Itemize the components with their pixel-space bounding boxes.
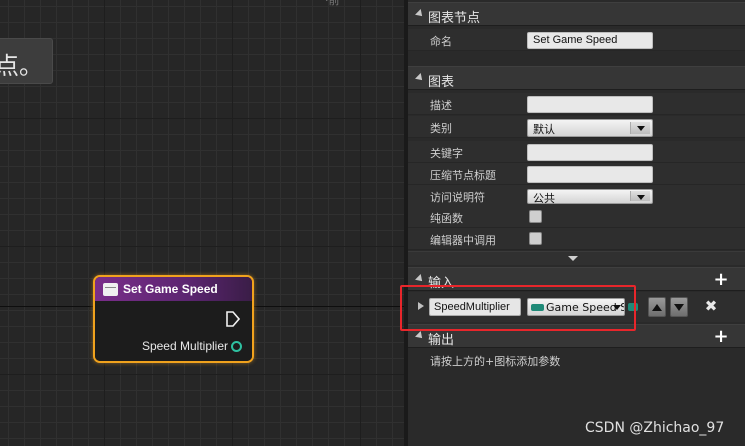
call-in-editor-label: 编辑器中调用 [430, 234, 496, 247]
pure-function-label: 纯函数 [430, 212, 463, 225]
node-header[interactable]: Set Game Speed [95, 277, 252, 301]
exec-output-pin-icon[interactable] [226, 311, 240, 327]
add-output-button[interactable]: + [713, 328, 729, 346]
category-row: 类别 默认 [408, 116, 745, 138]
blueprint-graph[interactable]: ·前 点。 Set Game Speed Speed Multiplier [0, 0, 404, 446]
collapse-arrow-icon [415, 331, 425, 341]
section-title: 图表 [428, 75, 455, 90]
node-body: Speed Multiplier [95, 301, 252, 361]
advanced-expand-button[interactable] [408, 251, 745, 265]
chevron-down-icon [630, 122, 650, 134]
description-field[interactable] [527, 96, 653, 113]
compact-title-row: 压缩节点标题 [408, 163, 745, 185]
description-row: 描述 [408, 93, 745, 115]
section-title: 输出 [428, 333, 455, 348]
graph-top-hint: ·前 [325, 0, 340, 7]
call-in-editor-row: 编辑器中调用 [408, 228, 745, 250]
move-up-button[interactable] [648, 297, 666, 317]
keywords-field[interactable] [527, 144, 653, 161]
move-down-button[interactable] [670, 297, 688, 317]
compact-title-field[interactable] [527, 166, 653, 183]
speed-multiplier-pin-icon[interactable] [231, 341, 242, 352]
pure-function-checkbox[interactable] [529, 210, 542, 223]
outputs-hint: 请按上方的+图标添加参数 [430, 355, 561, 368]
access-specifier-value: 公共 [533, 192, 555, 205]
pure-function-row: 纯函数 [408, 206, 745, 228]
name-row: 命名 Set Game Speed [408, 29, 745, 51]
collapse-arrow-icon [415, 274, 425, 284]
comment-box[interactable]: 点。 [0, 38, 53, 84]
collapse-arrow-icon [415, 73, 425, 83]
call-in-editor-checkbox[interactable] [529, 232, 542, 245]
details-panel: 图表节点 命名 Set Game Speed 图表 描述 类别 默认 关键字 压… [404, 0, 745, 446]
access-specifier-label: 访问说明符 [430, 191, 485, 204]
keywords-label: 关键字 [430, 147, 463, 160]
category-label: 类别 [430, 122, 452, 135]
description-label: 描述 [430, 99, 452, 112]
speed-multiplier-pin-label: Speed Multiplier [141, 339, 228, 353]
remove-param-button[interactable]: ✖ [703, 298, 719, 314]
watermark: CSDN @Zhichao_97 [585, 420, 725, 436]
highlight-box [400, 285, 636, 331]
access-specifier-dropdown[interactable]: 公共 [527, 189, 653, 205]
section-title: 图表节点 [428, 11, 481, 26]
add-input-button[interactable]: + [713, 271, 729, 289]
function-icon [103, 282, 118, 296]
category-value: 默认 [533, 123, 555, 136]
name-field[interactable]: Set Game Speed [527, 32, 653, 49]
node-title: Set Game Speed [123, 282, 218, 296]
chevron-down-icon [630, 191, 650, 201]
category-dropdown[interactable]: 默认 [527, 119, 653, 137]
compact-title-label: 压缩节点标题 [430, 169, 496, 182]
outputs-hint-row: 请按上方的+图标添加参数 [408, 348, 745, 372]
graph-node-section-header[interactable]: 图表节点 [408, 2, 745, 26]
set-game-speed-node[interactable]: Set Game Speed Speed Multiplier [93, 275, 254, 363]
name-label: 命名 [430, 35, 452, 48]
graph-section-header[interactable]: 图表 [408, 66, 745, 90]
collapse-arrow-icon [415, 9, 425, 19]
keywords-row: 关键字 [408, 141, 745, 163]
access-specifier-row: 访问说明符 公共 [408, 185, 745, 207]
